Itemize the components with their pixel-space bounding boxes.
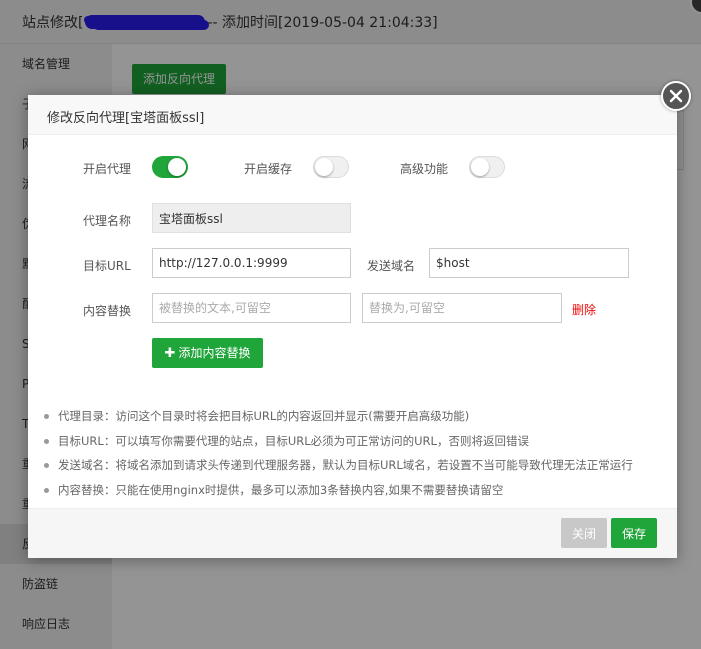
send-host-input[interactable] xyxy=(429,248,629,278)
toggle-knob xyxy=(315,158,333,176)
plus-icon: ✚ xyxy=(164,346,176,361)
help-note: 发送域名：将域名添加到请求头传递到代理服务器，默认为目标URL域名，若设置不当可… xyxy=(42,453,672,478)
delete-replace-link[interactable]: 删除 xyxy=(572,301,596,318)
modal-header: 修改反向代理[宝塔面板ssl] xyxy=(28,95,677,135)
toggle-knob xyxy=(471,158,489,176)
proxy-name-label: 代理名称 xyxy=(83,214,132,228)
target-url-label: 目标URL xyxy=(83,259,131,273)
help-note: 代理目录：访问这个目录时将会把目标URL的内容返回并显示(需要开启高级功能) xyxy=(42,404,672,429)
close-x-glyph xyxy=(669,89,683,103)
target-url-input[interactable] xyxy=(152,248,351,278)
add-content-replace-button[interactable]: ✚ 添加内容替换 xyxy=(152,338,263,368)
toggle-knob xyxy=(168,158,186,176)
help-note: 内容替换：只能在使用nginx时提供，最多可以添加3条替换内容,如果不需要替换请… xyxy=(42,478,672,503)
modal-footer: 关闭 保存 xyxy=(28,508,677,558)
help-note: 目标URL：可以填写你需要代理的站点，目标URL必须为可正常访问的URL，否则将… xyxy=(42,429,672,454)
cache-toggle[interactable] xyxy=(313,156,349,178)
edit-proxy-modal: 修改反向代理[宝塔面板ssl] 开启代理 开启缓存 高级功能 代理名称 目标UR… xyxy=(28,81,691,558)
proxy-name-input[interactable] xyxy=(152,203,351,233)
modal-title: 修改反向代理[宝塔面板ssl] xyxy=(47,111,205,126)
proxy-toggle-label: 开启代理 xyxy=(83,162,132,176)
advanced-toggle-label: 高级功能 xyxy=(400,162,449,176)
advanced-toggle[interactable] xyxy=(469,156,505,178)
help-notes: 代理目录：访问这个目录时将会把目标URL的内容返回并显示(需要开启高级功能) 目… xyxy=(42,404,672,502)
save-button[interactable]: 保存 xyxy=(611,518,657,548)
close-icon[interactable] xyxy=(661,81,691,111)
content-replace-label: 内容替换 xyxy=(83,304,132,318)
replace-from-input[interactable] xyxy=(152,293,351,323)
send-host-label: 发送域名 xyxy=(367,259,416,273)
proxy-toggle[interactable] xyxy=(152,156,188,178)
close-button[interactable]: 关闭 xyxy=(561,518,607,548)
cache-toggle-label: 开启缓存 xyxy=(244,162,293,176)
replace-to-input[interactable] xyxy=(362,293,562,323)
add-content-replace-label: 添加内容替换 xyxy=(178,346,251,360)
